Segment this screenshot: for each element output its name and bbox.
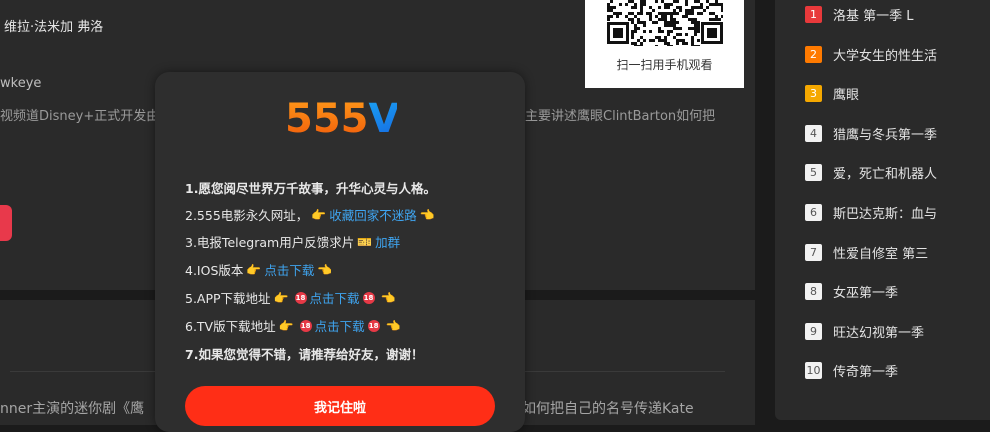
no-under-18-icon: 18 bbox=[294, 291, 307, 304]
episode-description-left: nner主演的迷你剧《鹰 bbox=[0, 401, 145, 417]
ranking-item[interactable]: 6 斯巴达克斯：血与 bbox=[805, 202, 937, 222]
rank-number-badge: 9 bbox=[805, 322, 822, 340]
notice-line-4-text: 4.IOS版本 bbox=[185, 263, 244, 278]
pointing-left-icon: 👈 bbox=[385, 318, 401, 333]
bookmark-link[interactable]: 收藏回家不迷路 bbox=[329, 205, 417, 224]
notice-line-6: 6.TV版下载地址 👉 18 点击下载 18 👈 bbox=[185, 316, 404, 335]
ranking-sidebar: 1 洛基 第一季 L 2 大学女生的性生活 3 鹰眼 4 猎鹰与冬兵第一季 5 爱，死亡和机器人 6… bbox=[775, 0, 990, 420]
pointing-left-icon: 👈 bbox=[317, 262, 333, 277]
description-left: 视频道Disney+正式开发由 bbox=[0, 109, 160, 124]
ios-download-link[interactable]: 点击下载 bbox=[264, 260, 314, 279]
rank-number-badge: 4 bbox=[805, 124, 822, 142]
play-button-stub[interactable] bbox=[0, 205, 12, 241]
ranking-item[interactable]: 5 爱，死亡和机器人 bbox=[805, 162, 937, 182]
ranking-item[interactable]: 9 旺达幻视第一季 bbox=[805, 321, 924, 341]
notice-line-6-text: 6.TV版下载地址 bbox=[185, 319, 276, 334]
notice-modal: 555V 1.愿您阅尽世界万千故事，升华心灵与人格。 2.555电影永久网址， … bbox=[155, 72, 525, 432]
rank-number-badge: 2 bbox=[805, 45, 822, 63]
ranking-item-title[interactable]: 大学女生的性生活 bbox=[833, 45, 937, 64]
no-under-18-icon: 18 bbox=[299, 319, 312, 332]
pointing-right-icon: 👉 bbox=[278, 318, 294, 333]
rank-number-badge: 1 bbox=[805, 5, 822, 23]
description-right: 主要讲述鹰眼ClintBarton如何把 bbox=[525, 109, 716, 124]
ranking-item-title[interactable]: 女巫第一季 bbox=[833, 282, 898, 301]
ranking-item[interactable]: 8 女巫第一季 bbox=[805, 281, 898, 301]
notice-line-2-text: 2.555电影永久网址， bbox=[185, 208, 309, 223]
notice-line-7-text: 7.如果您觉得不错，请推荐给好友，谢谢！ bbox=[185, 347, 424, 362]
notice-line-4: 4.IOS版本 👉 点击下载 👈 bbox=[185, 260, 335, 279]
ranking-item[interactable]: 3 鹰眼 bbox=[805, 83, 859, 103]
qr-code-box: 扫一扫用手机观看 bbox=[585, 0, 744, 88]
logo-text: 555V bbox=[285, 96, 397, 138]
rank-number-badge: 7 bbox=[805, 243, 822, 261]
ranking-item-title[interactable]: 传奇第一季 bbox=[833, 361, 898, 380]
notice-line-5: 5.APP下载地址 👉 18 点击下载 18 👈 bbox=[185, 288, 398, 307]
tv-download-link[interactable]: 点击下载 bbox=[315, 316, 365, 335]
notice-line-5-text: 5.APP下载地址 bbox=[185, 291, 271, 306]
ranking-item[interactable]: 7 性爱自修室 第三 bbox=[805, 242, 928, 262]
notice-line-7: 7.如果您觉得不错，请推荐给好友，谢谢！ bbox=[185, 344, 423, 363]
title-fragment: wkeye bbox=[0, 76, 42, 91]
rank-number-badge: 6 bbox=[805, 203, 822, 221]
ticket-icon: 🎫 bbox=[357, 234, 373, 249]
no-under-18-icon: 18 bbox=[362, 291, 375, 304]
rank-number-badge: 5 bbox=[805, 163, 822, 181]
episode-description-right: 如何把自己的名号传递Kate bbox=[522, 401, 694, 417]
ranking-item-title[interactable]: 洛基 第一季 L bbox=[833, 5, 914, 24]
notice-line-1-text: 1.愿您阅尽世界万千故事，升华心灵与人格。 bbox=[185, 181, 436, 196]
pointing-right-icon: 👉 bbox=[311, 207, 327, 222]
app-download-link[interactable]: 点击下载 bbox=[310, 288, 360, 307]
rank-number-badge: 8 bbox=[805, 282, 822, 300]
ranking-item[interactable]: 2 大学女生的性生活 bbox=[805, 44, 937, 64]
pointing-left-icon: 👈 bbox=[380, 290, 396, 305]
ranking-item-title[interactable]: 斯巴达克斯：血与 bbox=[833, 203, 937, 222]
ranking-item[interactable]: 10 传奇第一季 bbox=[805, 360, 898, 380]
qr-code bbox=[607, 0, 723, 46]
rank-number-badge: 3 bbox=[805, 84, 822, 102]
ranking-item-title[interactable]: 爱，死亡和机器人 bbox=[833, 163, 937, 182]
ranking-item[interactable]: 1 洛基 第一季 L bbox=[805, 4, 914, 24]
ranking-item-title[interactable]: 旺达幻视第一季 bbox=[833, 322, 924, 341]
no-under-18-icon: 18 bbox=[367, 319, 380, 332]
notice-line-2: 2.555电影永久网址， 👉 收藏回家不迷路 👈 bbox=[185, 205, 438, 224]
pointing-right-icon: 👉 bbox=[273, 290, 289, 305]
site-logo: 555V bbox=[285, 96, 397, 138]
ranking-item-title[interactable]: 性爱自修室 第三 bbox=[833, 243, 928, 262]
ranking-item[interactable]: 4 猎鹰与冬兵第一季 bbox=[805, 123, 937, 143]
ranking-item-title[interactable]: 猎鹰与冬兵第一季 bbox=[833, 124, 937, 143]
confirm-button[interactable]: 我记住啦 bbox=[185, 386, 495, 426]
notice-line-1: 1.愿您阅尽世界万千故事，升华心灵与人格。 bbox=[185, 178, 436, 197]
notice-line-3: 3.电报Telegram用户反馈求片 🎫 加群 bbox=[185, 232, 400, 251]
pointing-right-icon: 👉 bbox=[246, 262, 262, 277]
rank-number-badge: 10 bbox=[805, 361, 822, 379]
join-group-link[interactable]: 加群 bbox=[375, 232, 400, 251]
notice-line-3-text: 3.电报Telegram用户反馈求片 bbox=[185, 235, 355, 250]
pointing-left-icon: 👈 bbox=[419, 207, 435, 222]
ranking-item-title[interactable]: 鹰眼 bbox=[833, 84, 859, 103]
qr-caption: 扫一扫用手机观看 bbox=[616, 58, 713, 72]
cast-fragment: 维拉·法米加 弗洛 bbox=[4, 20, 104, 35]
